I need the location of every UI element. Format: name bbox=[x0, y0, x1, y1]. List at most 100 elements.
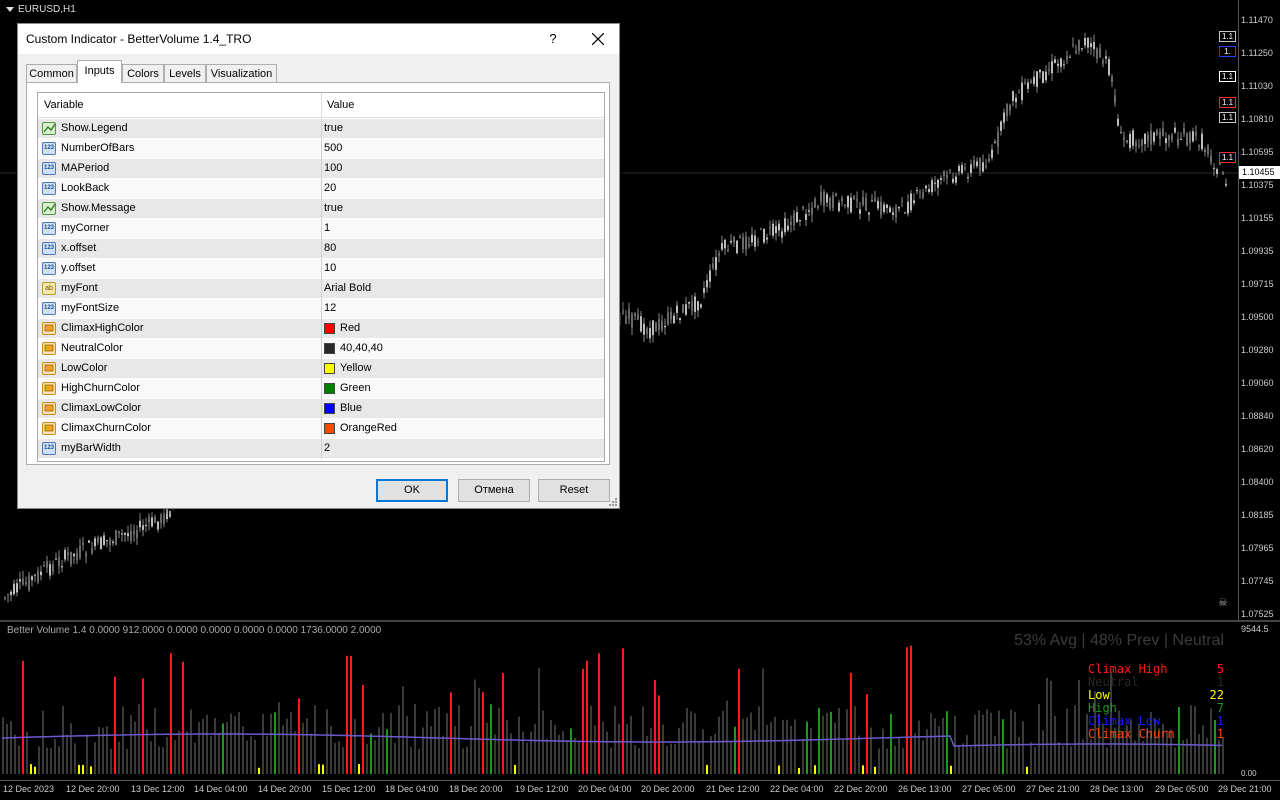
tab-colors[interactable]: Colors bbox=[122, 64, 164, 83]
input-value[interactable]: OrangeRed bbox=[340, 422, 397, 434]
candle-body bbox=[1117, 118, 1119, 126]
candle-body bbox=[895, 206, 897, 218]
input-variable-name: myCorner bbox=[61, 222, 110, 234]
color-swatch[interactable] bbox=[324, 383, 335, 394]
color-type-icon bbox=[42, 362, 56, 375]
input-row-climaxlowcolor[interactable]: ClimaxLowColor Blue bbox=[38, 399, 604, 419]
input-value[interactable]: 500 bbox=[324, 142, 342, 154]
input-value[interactable]: Yellow bbox=[340, 362, 371, 374]
input-value[interactable]: 20 bbox=[324, 182, 336, 194]
input-row-x-offset[interactable]: 123 x.offset 80 bbox=[38, 239, 604, 259]
price-axis[interactable] bbox=[1238, 0, 1280, 620]
volume-bar bbox=[1074, 705, 1076, 774]
input-row-maperiod[interactable]: 123 MAPeriod 100 bbox=[38, 159, 604, 179]
tab-inputs[interactable]: Inputs bbox=[77, 60, 122, 83]
price-tick-label: 1.09280 bbox=[1241, 345, 1274, 355]
input-row-climaxchurncolor[interactable]: ClimaxChurnColor OrangeRed bbox=[38, 419, 604, 439]
volume-bar bbox=[114, 676, 116, 774]
ok-button[interactable]: OK bbox=[376, 479, 448, 502]
volume-bar bbox=[294, 731, 296, 774]
input-row-myfont[interactable]: ab myFont Arial Bold bbox=[38, 279, 604, 299]
color-swatch[interactable] bbox=[324, 423, 335, 434]
input-value[interactable]: Red bbox=[340, 322, 360, 334]
candle-body bbox=[799, 219, 801, 222]
volume-bar bbox=[522, 731, 524, 774]
skull-icon: ☠ bbox=[1218, 597, 1228, 609]
candle-body bbox=[823, 191, 825, 207]
candle-body bbox=[1174, 127, 1176, 133]
candle-body bbox=[625, 315, 627, 324]
input-row-climaxhighcolor[interactable]: ClimaxHighColor Red bbox=[38, 319, 604, 339]
input-row-numberofbars[interactable]: 123 NumberOfBars 500 bbox=[38, 139, 604, 159]
candle-body bbox=[859, 209, 861, 214]
time-axis[interactable]: 12 Dec 2023 12 Dec 20:00 13 Dec 12:00 14 De… bbox=[0, 780, 1280, 800]
candle-body bbox=[682, 304, 684, 313]
close-button[interactable] bbox=[580, 26, 616, 52]
input-value[interactable]: 2 bbox=[324, 442, 330, 454]
candle-body bbox=[1069, 56, 1071, 58]
input-value[interactable]: true bbox=[324, 122, 343, 134]
integer-type-icon: 123 bbox=[42, 142, 56, 155]
help-button[interactable]: ? bbox=[543, 28, 563, 50]
candle-body bbox=[931, 180, 933, 193]
input-value[interactable]: true bbox=[324, 202, 343, 214]
integer-type-icon: 123 bbox=[42, 442, 56, 455]
indicator-pane[interactable]: Better Volume 1.4 0.0000 912.0000 0.0000… bbox=[0, 620, 1280, 780]
column-header-variable[interactable]: Variable bbox=[44, 99, 84, 111]
candle-body bbox=[1204, 150, 1206, 152]
dialog-titlebar[interactable]: Custom Indicator - BetterVolume 1.4_TRO … bbox=[18, 24, 619, 54]
input-variable-name: NumberOfBars bbox=[61, 142, 135, 154]
tab-visualization[interactable]: Visualization bbox=[206, 64, 277, 83]
reset-button[interactable]: Reset bbox=[538, 479, 610, 502]
tab-levels[interactable]: Levels bbox=[164, 64, 206, 83]
input-value[interactable]: Blue bbox=[340, 402, 362, 414]
input-value[interactable]: Arial Bold bbox=[324, 282, 371, 294]
candle-body bbox=[85, 552, 87, 557]
resize-grip-icon[interactable] bbox=[609, 498, 617, 506]
input-value[interactable]: Green bbox=[340, 382, 371, 394]
color-swatch[interactable] bbox=[324, 323, 335, 334]
cell-divider bbox=[321, 299, 322, 319]
cell-divider bbox=[321, 339, 322, 359]
volume-bar bbox=[958, 745, 960, 774]
column-header-value[interactable]: Value bbox=[327, 99, 354, 111]
candle-body bbox=[766, 237, 768, 240]
candle-body bbox=[142, 525, 144, 530]
input-row-lookback[interactable]: 123 LookBack 20 bbox=[38, 179, 604, 199]
input-value[interactable]: 12 bbox=[324, 302, 336, 314]
cancel-button[interactable]: Отмена bbox=[458, 479, 530, 502]
tab-common[interactable]: Common bbox=[26, 64, 77, 83]
candle-body bbox=[1006, 104, 1008, 117]
candle-body bbox=[1003, 112, 1005, 123]
candle-body bbox=[157, 521, 159, 530]
input-value[interactable]: 1 bbox=[324, 222, 330, 234]
input-row-mycorner[interactable]: 123 myCorner 1 bbox=[38, 219, 604, 239]
volume-bar bbox=[1034, 746, 1036, 774]
volume-bar bbox=[570, 728, 572, 774]
input-row-show-message[interactable]: Show.Message true bbox=[38, 199, 604, 219]
candle-body bbox=[814, 198, 816, 208]
input-row-mybarwidth[interactable]: 123 myBarWidth 2 bbox=[38, 439, 604, 459]
input-row-myfontsize[interactable]: 123 myFontSize 12 bbox=[38, 299, 604, 319]
color-swatch[interactable] bbox=[324, 403, 335, 414]
input-row-lowcolor[interactable]: LowColor Yellow bbox=[38, 359, 604, 379]
volume-bar bbox=[986, 709, 988, 774]
input-value[interactable]: 100 bbox=[324, 162, 342, 174]
input-value[interactable]: 40,40,40 bbox=[340, 342, 383, 354]
volume-bar bbox=[110, 748, 112, 774]
input-row-show-legend[interactable]: Show.Legend true bbox=[38, 119, 604, 139]
symbol-title[interactable]: EURUSD,H1 bbox=[6, 4, 76, 15]
cell-divider bbox=[321, 319, 322, 339]
input-row-neutralcolor[interactable]: NeutralColor 40,40,40 bbox=[38, 339, 604, 359]
input-value[interactable]: 80 bbox=[324, 242, 336, 254]
color-swatch[interactable] bbox=[324, 343, 335, 354]
volume-bar bbox=[1022, 721, 1024, 774]
input-row-y-offset[interactable]: 123 y.offset 10 bbox=[38, 259, 604, 279]
color-swatch[interactable] bbox=[324, 363, 335, 374]
integer-type-icon: 123 bbox=[42, 222, 56, 235]
candle-body bbox=[841, 198, 843, 202]
volume-bar bbox=[790, 725, 792, 774]
volume-bar bbox=[774, 716, 776, 774]
input-row-highchurncolor[interactable]: HighChurnColor Green bbox=[38, 379, 604, 399]
input-value[interactable]: 10 bbox=[324, 262, 336, 274]
